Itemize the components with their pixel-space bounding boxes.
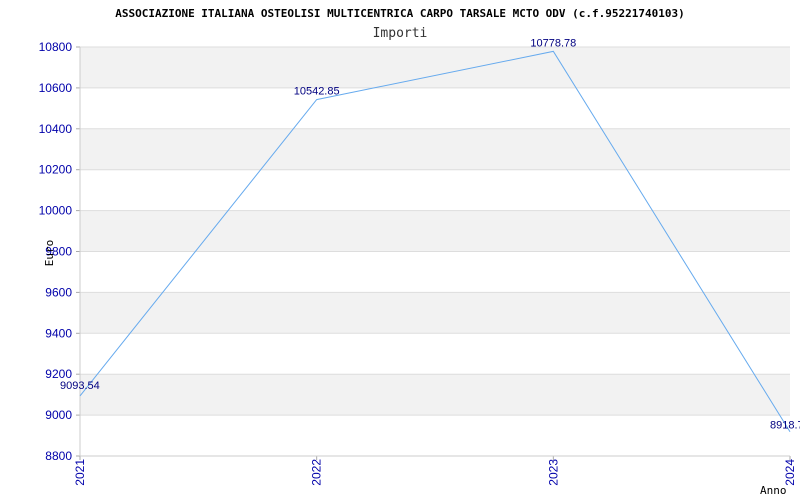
y-tick-label: 9600: [45, 285, 72, 299]
y-tick-label: 9400: [45, 326, 72, 340]
y-axis-label: Euro: [43, 240, 56, 267]
chart-title: ASSOCIAZIONE ITALIANA OSTEOLISI MULTICEN…: [115, 7, 685, 20]
y-tick-label: 9000: [45, 408, 72, 422]
x-tick-label: 2024: [783, 459, 797, 486]
y-tick-label: 10000: [39, 204, 73, 218]
x-axis-label: Anno: [760, 484, 787, 497]
y-tick-label: 10800: [39, 40, 73, 54]
grid-band: [80, 47, 790, 88]
grid-band: [80, 292, 790, 334]
grid-band: [80, 374, 790, 416]
x-tick-label: 2023: [546, 459, 560, 486]
data-label: 9093.54: [60, 380, 100, 392]
y-tick-label: 10200: [39, 163, 73, 177]
grid-band: [80, 210, 790, 252]
line-chart: ASSOCIAZIONE ITALIANA OSTEOLISI MULTICEN…: [39, 7, 800, 497]
x-tick-label: 2022: [310, 459, 324, 486]
x-tick-label: 2021: [73, 459, 87, 486]
chart-subtitle: Importi: [373, 26, 428, 41]
data-label: 8918.7: [770, 420, 800, 432]
y-tick-label: 10400: [39, 122, 73, 136]
x-tick-labels: 2021 2022 2023 2024: [73, 459, 797, 486]
data-label: 10542.85: [294, 86, 340, 98]
y-tick-label: 10600: [39, 81, 73, 95]
grid-band: [80, 128, 790, 170]
data-label: 10778.78: [530, 37, 576, 49]
background-bands: [80, 47, 790, 416]
y-tick-label: 8800: [45, 449, 72, 463]
